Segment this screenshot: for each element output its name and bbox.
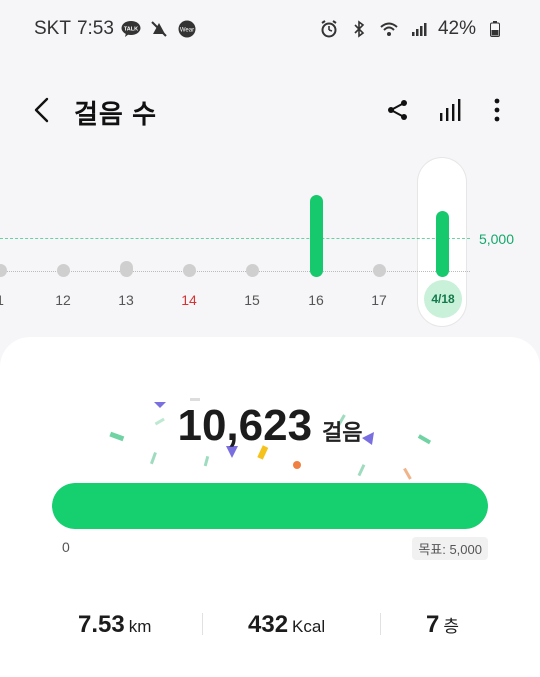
battery-icon bbox=[484, 20, 506, 38]
day-bar[interactable] bbox=[119, 261, 133, 277]
day-label[interactable]: 16 bbox=[301, 292, 331, 308]
more-vertical-icon bbox=[494, 98, 500, 122]
muted-notification-icon bbox=[148, 20, 170, 38]
more-options-button[interactable] bbox=[481, 94, 513, 126]
steps-unit: 걸음 bbox=[322, 420, 363, 445]
day-label[interactable]: 14 bbox=[174, 292, 204, 308]
steps-progress-fill bbox=[52, 483, 488, 529]
daily-steps-chart[interactable]: 5,000 1 12 13 14 15 16 17 4/18 bbox=[0, 150, 540, 335]
goal-line bbox=[0, 238, 470, 239]
goal-chip: 목표: 5,000 bbox=[412, 537, 488, 560]
day-label[interactable]: 1 bbox=[0, 292, 15, 308]
summary-card: 10,623 걸음 0 목표: 5,000 7.53 km 432 Kcal 7층 bbox=[0, 337, 540, 677]
wear-notification-icon: Wear bbox=[176, 20, 198, 38]
baseline bbox=[0, 271, 470, 272]
distance-stat: 7.53 km bbox=[78, 611, 151, 639]
selected-date-label[interactable]: 4/18 bbox=[424, 280, 462, 318]
talk-notification-icon: TALK bbox=[120, 20, 142, 38]
day-bar[interactable] bbox=[309, 195, 323, 277]
page-title: 걸음 수 bbox=[74, 99, 157, 129]
signal-icon bbox=[408, 20, 430, 38]
steps-value: 10,623 bbox=[177, 401, 313, 450]
day-bar[interactable] bbox=[56, 264, 70, 277]
status-bar: SKT 7:53 TALK Wear 42% bbox=[0, 0, 540, 58]
steps-total: 10,623 걸음 bbox=[0, 401, 540, 451]
share-icon bbox=[388, 100, 407, 120]
stats-row: 7.53 km 432 Kcal 7층 bbox=[0, 607, 540, 647]
app-bar: 걸음 수 bbox=[0, 78, 540, 142]
svg-text:Wear: Wear bbox=[180, 28, 194, 34]
floors-unit: 층 bbox=[443, 617, 459, 636]
back-button[interactable] bbox=[26, 94, 58, 126]
selected-day-bar[interactable] bbox=[435, 211, 449, 277]
status-left: SKT 7:53 TALK Wear bbox=[34, 18, 198, 40]
wifi-icon bbox=[378, 20, 400, 38]
bar-chart-icon bbox=[440, 99, 461, 121]
stat-divider bbox=[202, 613, 203, 635]
day-bar[interactable] bbox=[245, 264, 259, 277]
day-label[interactable]: 15 bbox=[237, 292, 267, 308]
distance-unit: km bbox=[128, 617, 152, 636]
bluetooth-icon bbox=[348, 20, 370, 38]
distance-value: 7.53 bbox=[78, 611, 125, 638]
chevron-left-icon bbox=[34, 97, 49, 123]
calories-unit: Kcal bbox=[292, 617, 326, 636]
floors-value: 7 bbox=[426, 611, 440, 638]
share-button[interactable] bbox=[382, 94, 414, 126]
stat-divider bbox=[380, 613, 381, 635]
trends-button[interactable] bbox=[434, 94, 466, 126]
calories-value: 432 bbox=[248, 611, 289, 638]
day-bar[interactable] bbox=[182, 264, 196, 277]
progress-min-label: 0 bbox=[62, 539, 70, 555]
goal-line-label: 5,000 bbox=[478, 231, 514, 247]
day-bar[interactable] bbox=[372, 264, 386, 277]
svg-text:TALK: TALK bbox=[124, 27, 138, 33]
calories-stat: 432 Kcal bbox=[248, 611, 325, 639]
day-label[interactable]: 13 bbox=[111, 292, 141, 308]
floors-stat: 7층 bbox=[426, 611, 459, 639]
day-label[interactable]: 12 bbox=[48, 292, 78, 308]
battery-percent: 42% bbox=[437, 18, 476, 39]
day-bar[interactable] bbox=[0, 264, 7, 277]
carrier-label: SKT bbox=[34, 18, 71, 39]
steps-progress-bar bbox=[52, 483, 488, 529]
status-right: 42% bbox=[318, 18, 506, 40]
alarm-icon bbox=[318, 20, 340, 38]
clock: 7:53 bbox=[76, 18, 114, 39]
day-label[interactable]: 17 bbox=[364, 292, 394, 308]
